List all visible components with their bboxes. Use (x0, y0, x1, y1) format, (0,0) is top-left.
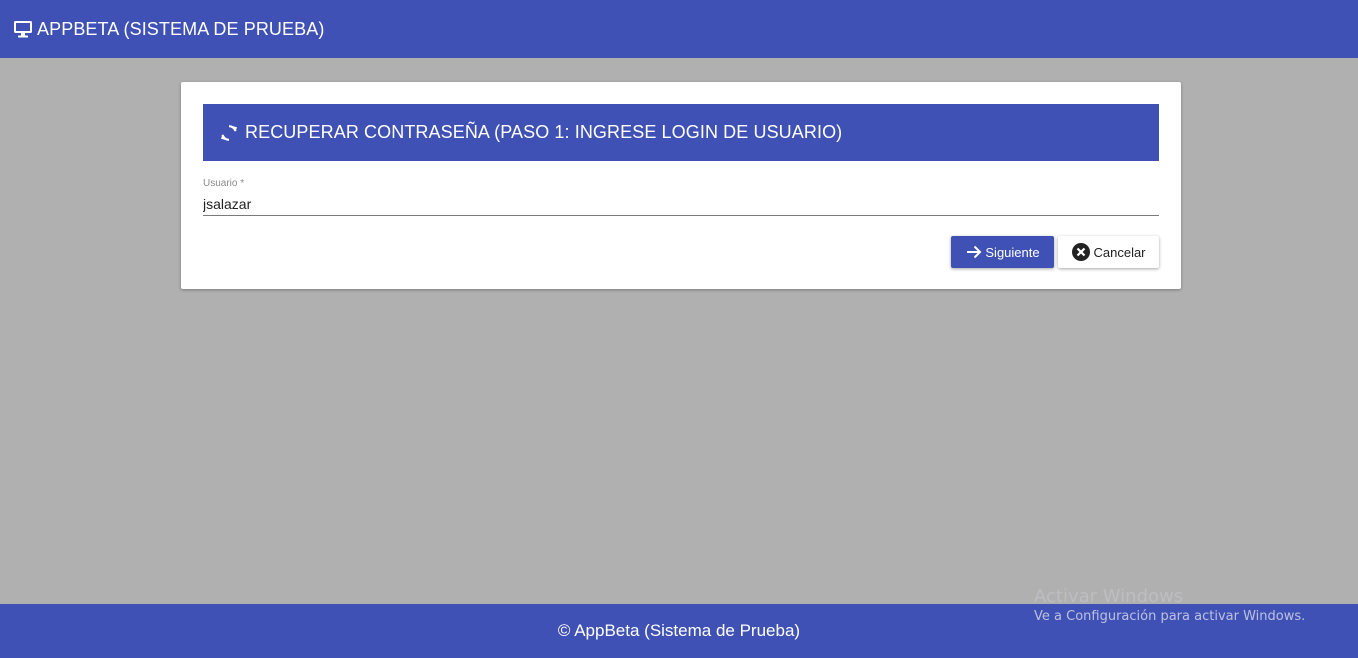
desktop-icon (13, 19, 33, 39)
cancel-button-label: Cancelar (1093, 244, 1146, 260)
watermark-title: Activar Windows (1034, 586, 1184, 607)
top-app-bar: APPBETA (SISTEMA DE PRUEBA) (0, 0, 1358, 58)
recovery-card: RECUPERAR CONTRASEÑA (PASO 1: INGRESE LO… (181, 82, 1181, 289)
next-button-label: Siguiente (985, 244, 1040, 260)
cancel-button[interactable]: Cancelar (1058, 236, 1159, 268)
footer-text: © AppBeta (Sistema de Prueba) (557, 621, 801, 640)
cancel-circle-icon (1071, 242, 1091, 262)
username-label: Usuario * (203, 178, 245, 189)
card-title: RECUPERAR CONTRASEÑA (PASO 1: INGRESE LO… (245, 122, 843, 142)
username-input[interactable] (203, 192, 1159, 216)
arrow-right-icon (965, 243, 983, 261)
watermark-subtitle: Ve a Configuración para activar Windows. (1034, 609, 1306, 624)
windows-activation-watermark: Activar Windows Ve a Configuración para … (1034, 586, 1305, 624)
username-field: Usuario * (203, 178, 1159, 218)
refresh-icon (219, 123, 239, 143)
card-header: RECUPERAR CONTRASEÑA (PASO 1: INGRESE LO… (203, 104, 1159, 161)
app-title: APPBETA (SISTEMA DE PRUEBA) (37, 18, 325, 39)
next-button[interactable]: Siguiente (951, 236, 1054, 268)
